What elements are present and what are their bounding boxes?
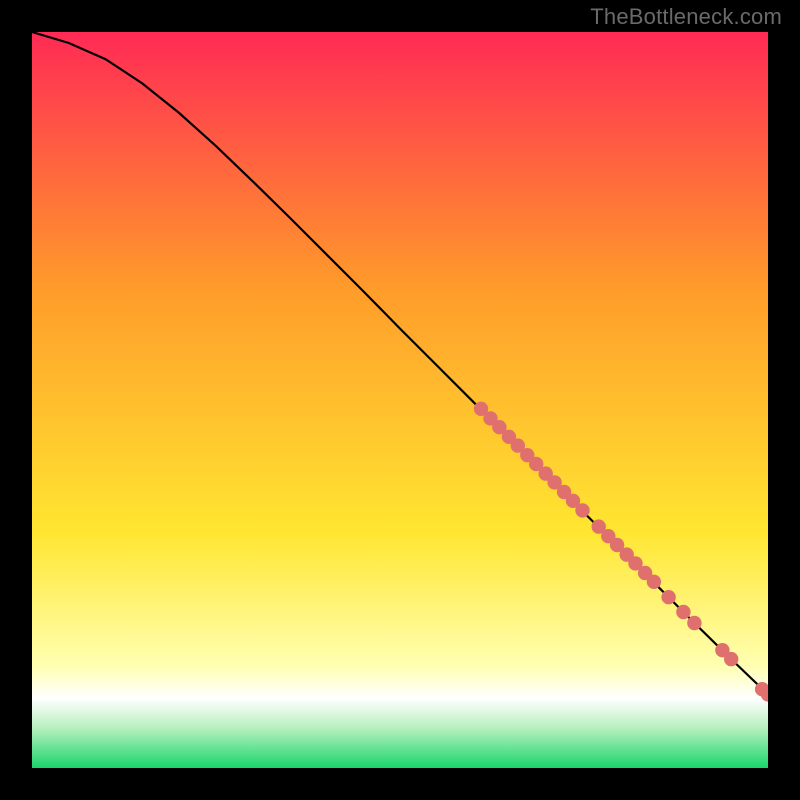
data-dot (676, 605, 690, 619)
data-dot (647, 575, 661, 589)
plot-area (32, 32, 768, 768)
gradient-background (32, 32, 768, 768)
data-dot (687, 616, 701, 630)
watermark-text: TheBottleneck.com (590, 4, 782, 30)
chart-frame: TheBottleneck.com (0, 0, 800, 800)
data-dot (661, 590, 675, 604)
data-dot (724, 652, 738, 666)
data-dot (575, 503, 589, 517)
chart-svg (32, 32, 768, 768)
